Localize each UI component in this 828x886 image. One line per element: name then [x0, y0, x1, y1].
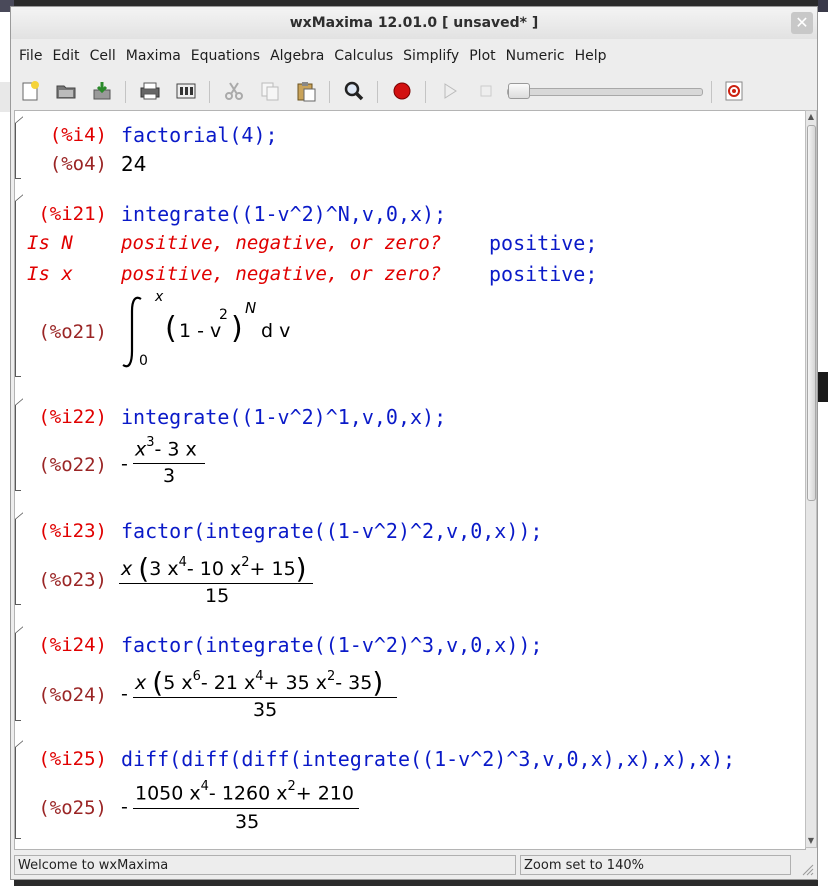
menu-help[interactable]: Help	[570, 45, 612, 67]
title-bar[interactable]: wxMaxima 12.01.0 [ unsaved* ] ✕	[11, 7, 817, 39]
question-text: positive, negative, or zero?	[121, 263, 442, 285]
question-answer[interactable]: positive;	[489, 231, 597, 255]
integrand-base: 1 - v	[179, 320, 222, 342]
input-code[interactable]: factor(integrate((1-v^2)^2,v,0,x));	[121, 519, 542, 543]
menu-edit[interactable]: Edit	[47, 45, 84, 67]
output-label: (%o22)	[38, 454, 107, 476]
menu-maxima[interactable]: Maxima	[121, 45, 186, 67]
fraction-denominator: 15	[205, 585, 230, 607]
wxmaxima-window: wxMaxima 12.01.0 [ unsaved* ] ✕ File Edit…	[10, 6, 818, 880]
cell-bracket[interactable]	[15, 123, 23, 179]
menu-equations[interactable]: Equations	[186, 45, 265, 67]
animation-slider[interactable]	[507, 88, 703, 96]
open-folder-icon[interactable]	[53, 78, 79, 104]
cell-bracket[interactable]	[15, 405, 23, 491]
input-code[interactable]: factor(integrate((1-v^2)^3,v,0,x));	[121, 633, 542, 657]
output-label: (%o21)	[38, 321, 107, 343]
question-variable: Is x	[27, 263, 73, 285]
copy-icon[interactable]	[257, 78, 283, 104]
toolbar	[11, 75, 817, 107]
print-icon[interactable]	[137, 78, 163, 104]
input-label: (%i22)	[38, 406, 107, 428]
status-bar: Welcome to wxMaxima Zoom set to 140%	[11, 853, 817, 879]
question-answer[interactable]: positive;	[489, 262, 597, 286]
cell-bracket[interactable]	[15, 633, 23, 721]
cut-icon[interactable]	[221, 78, 247, 104]
input-label: (%i4)	[49, 124, 107, 146]
input-label: (%i21)	[38, 203, 107, 225]
cell-bracket[interactable]	[15, 201, 23, 377]
cell-bracket[interactable]	[15, 747, 23, 839]
fraction-numerator: 1050 x4- 1260 x2+ 210	[135, 779, 354, 805]
worksheet[interactable]: (%i4) factorial(4); (%o4) 24 (%i21) inte…	[14, 110, 806, 850]
scroll-down-icon[interactable]: ▼	[806, 835, 816, 847]
cell-bracket[interactable]	[15, 519, 23, 605]
fraction-bar	[119, 583, 313, 584]
fraction-bar	[133, 463, 205, 464]
vertical-scrollbar[interactable]: ▲ ▼	[805, 110, 817, 848]
fraction-denominator: 35	[235, 811, 260, 833]
differential: d v	[261, 320, 291, 342]
question-text: positive, negative, or zero?	[121, 232, 442, 254]
close-button[interactable]: ✕	[791, 12, 813, 34]
output-label: (%o23)	[38, 569, 107, 591]
question-variable: Is N	[27, 232, 73, 254]
input-code[interactable]: diff(diff(diff(integrate((1-v^2)^3,v,0,x…	[121, 747, 735, 771]
cell-integrate-n[interactable]: (%i21) integrate((1-v^2)^N,v,0,x); Is N …	[15, 197, 805, 383]
input-label: (%i25)	[38, 748, 107, 770]
interrupt-icon[interactable]	[721, 78, 747, 104]
fraction-bar	[133, 808, 359, 809]
input-code[interactable]: integrate((1-v^2)^N,v,0,x);	[121, 202, 446, 226]
fraction-numerator: x (3 x4- 10 x2+ 15)	[121, 552, 307, 585]
output-sign: -	[121, 683, 128, 705]
cell-factor-2[interactable]: (%i23) factor(integrate((1-v^2)^2,v,0,x)…	[15, 515, 805, 611]
input-label: (%i24)	[38, 634, 107, 656]
menu-bar: File Edit Cell Maxima Equations Algebra Calcul…	[11, 45, 817, 69]
window-title: wxMaxima 12.01.0 [ unsaved* ]	[289, 15, 539, 31]
cell-diff[interactable]: (%i25) diff(diff(diff(integrate((1-v^2)^…	[15, 743, 805, 843]
output-sign: -	[121, 796, 128, 818]
output-sign: -	[121, 453, 128, 475]
output-value: 24	[121, 152, 147, 176]
cell-integrate-1[interactable]: (%i22) integrate((1-v^2)^1,v,0,x); (%o22…	[15, 401, 805, 497]
menu-cell[interactable]: Cell	[85, 45, 121, 67]
fraction-numerator: x3- 3 x	[135, 435, 197, 461]
new-file-icon[interactable]	[17, 78, 43, 104]
cell-factor-3[interactable]: (%i24) factor(integrate((1-v^2)^3,v,0,x)…	[15, 629, 805, 727]
output-label: (%o24)	[38, 684, 107, 706]
stop-icon[interactable]	[473, 78, 499, 104]
input-code[interactable]: integrate((1-v^2)^1,v,0,x);	[121, 405, 446, 429]
resize-grip-icon[interactable]	[800, 862, 814, 876]
paste-icon[interactable]	[293, 78, 319, 104]
menu-file[interactable]: File	[14, 45, 47, 67]
fraction-denominator: 3	[163, 465, 176, 487]
lower-limit: 0	[139, 353, 148, 369]
status-zoom: Zoom set to 140%	[520, 855, 791, 875]
scroll-up-icon[interactable]: ▲	[806, 111, 816, 123]
animation-slider-thumb[interactable]	[508, 83, 530, 99]
cell-factorial[interactable]: (%i4) factorial(4); (%o4) 24	[15, 119, 805, 185]
fraction-denominator: 35	[253, 699, 278, 721]
upper-limit: x	[155, 289, 164, 305]
search-icon[interactable]	[341, 78, 367, 104]
input-label: (%i23)	[38, 520, 107, 542]
menu-numeric[interactable]: Numeric	[501, 45, 570, 67]
menu-algebra[interactable]: Algebra	[265, 45, 329, 67]
play-icon[interactable]	[437, 78, 463, 104]
configure-icon[interactable]	[173, 78, 199, 104]
menu-plot[interactable]: Plot	[464, 45, 500, 67]
scrollbar-thumb[interactable]	[807, 125, 816, 501]
output-label: (%o25)	[38, 797, 107, 819]
outer-exponent: N	[245, 299, 257, 317]
output-label: (%o4)	[49, 153, 107, 175]
save-icon[interactable]	[89, 78, 115, 104]
record-icon[interactable]	[389, 78, 415, 104]
status-message: Welcome to wxMaxima	[14, 855, 516, 875]
menu-simplify[interactable]: Simplify	[398, 45, 464, 67]
fraction-numerator: x (5 x6- 21 x4+ 35 x2- 35)	[135, 666, 384, 699]
menu-calculus[interactable]: Calculus	[329, 45, 398, 67]
inner-exponent: 2	[219, 307, 228, 323]
fraction-bar	[133, 697, 397, 698]
input-code[interactable]: factorial(4);	[121, 123, 278, 147]
